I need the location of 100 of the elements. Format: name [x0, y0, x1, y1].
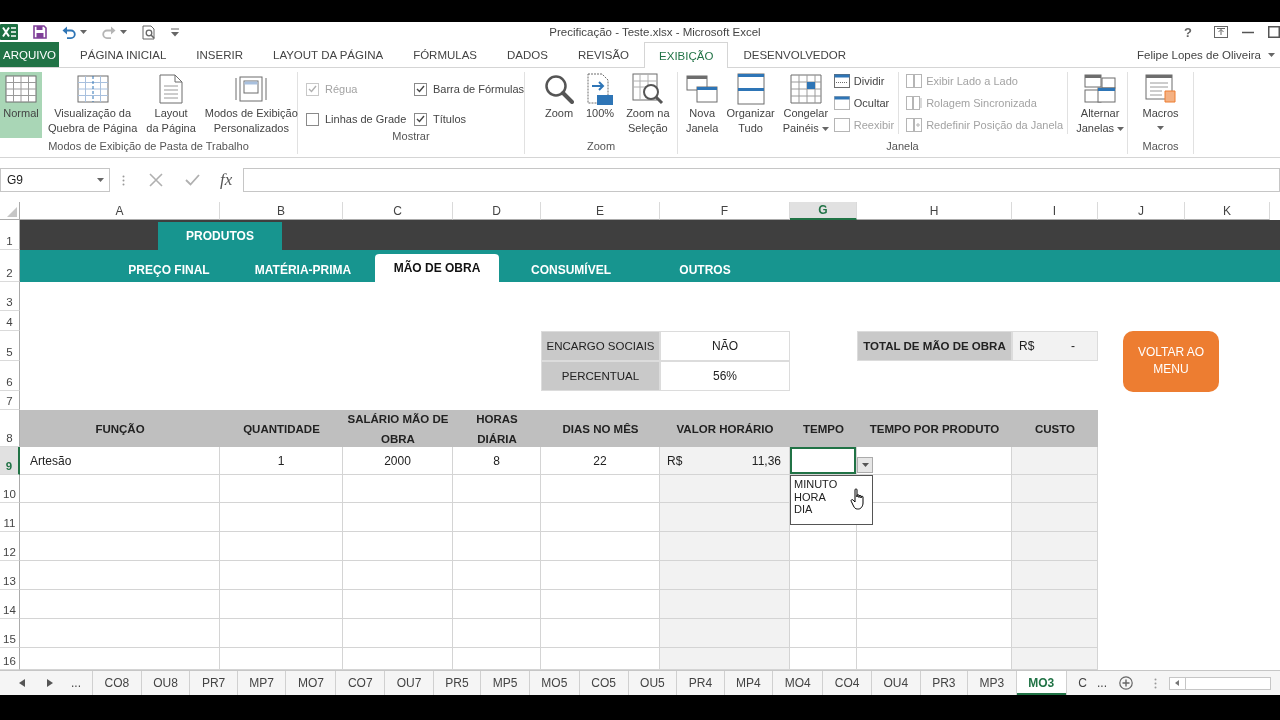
- hand-cursor-icon: [850, 488, 866, 510]
- table-cell: 56%: [660, 361, 790, 391]
- caret-icon: [861, 463, 869, 467]
- ribbon-tab[interactable]: DADOS: [492, 42, 563, 67]
- navigation-tab[interactable]: MÃO DE OBRA: [375, 254, 499, 282]
- ribbon-tab[interactable]: ARQUIVO: [0, 42, 60, 67]
- table-header: TEMPO POR PRODUTO: [857, 410, 1012, 447]
- left-arrow-icon[interactable]: [1175, 680, 1180, 686]
- column-header[interactable]: H: [857, 202, 1012, 220]
- window-button[interactable]: Congelar Painéis: [779, 72, 832, 138]
- view-button[interactable]: Visualização da Quebra de Página: [45, 72, 141, 138]
- ribbon-display-icon[interactable]: [1214, 26, 1228, 38]
- column-header[interactable]: A: [20, 202, 220, 220]
- undo-icon[interactable]: [62, 25, 76, 39]
- horizontal-scrollbar[interactable]: [1169, 676, 1272, 690]
- formula-input[interactable]: [243, 168, 1280, 192]
- name-box[interactable]: G9: [0, 168, 110, 192]
- zoom-button[interactable]: 100%: [583, 72, 618, 138]
- column-header[interactable]: C: [343, 202, 453, 220]
- currency-symbol: R$: [667, 453, 683, 468]
- ribbon-tab[interactable]: DESENVOLVEDOR: [728, 42, 862, 67]
- dropdown-option[interactable]: HORA: [794, 490, 826, 503]
- row-header[interactable]: 6: [0, 361, 20, 391]
- window-button[interactable]: Dividir: [833, 72, 895, 90]
- more-sheets-button[interactable]: ...: [71, 676, 81, 690]
- column-header[interactable]: F: [660, 202, 790, 220]
- table-header: HORAS DIÁRIA: [453, 410, 541, 447]
- sheet-tab[interactable]: MO3: [1016, 671, 1067, 695]
- checkbox[interactable]: [306, 112, 319, 126]
- checkbox[interactable]: [414, 82, 427, 96]
- side-by-side-icon: [906, 74, 923, 88]
- split-window-icon: [833, 74, 850, 88]
- add-sheet-icon[interactable]: [1119, 676, 1134, 690]
- currency-symbol: R$: [1019, 339, 1035, 353]
- column-header[interactable]: J: [1098, 202, 1185, 220]
- table-cell: 8: [453, 447, 541, 475]
- print-preview-icon[interactable]: [142, 24, 156, 40]
- checkbox[interactable]: [414, 112, 427, 126]
- column-header[interactable]: E: [541, 202, 660, 220]
- navigation-tab[interactable]: CONSUMÍVEL: [509, 254, 633, 282]
- column-header[interactable]: K: [1185, 202, 1270, 220]
- sync-scroll-icon: [906, 96, 923, 110]
- table-cell[interactable]: [790, 447, 857, 475]
- macros-button[interactable]: Macros: [1139, 72, 1182, 138]
- ribbon-tab[interactable]: FÓRMULAS: [398, 42, 493, 67]
- more-sheets-button[interactable]: ...: [1097, 676, 1108, 690]
- ribbon-tab[interactable]: REVISÃO: [562, 42, 645, 67]
- caret-icon: [120, 30, 127, 34]
- window-button[interactable]: Organizar Tudo: [723, 72, 778, 138]
- row-header[interactable]: 5: [0, 331, 20, 361]
- window-button[interactable]: Nova Janela: [683, 72, 722, 138]
- frames-icon: [235, 74, 268, 104]
- cell-value: 11,36: [751, 453, 781, 468]
- table-header: FUNÇÃO: [20, 410, 220, 447]
- window-title: Precificação - Teste.xlsx - Microsoft Excel: [548, 26, 761, 38]
- table-header: CUSTO: [1012, 410, 1098, 447]
- navigation-tab[interactable]: PREÇO FINAL: [107, 254, 231, 282]
- zoom-button[interactable]: Zoom na Seleção: [623, 72, 673, 138]
- window-icon: [833, 118, 850, 132]
- navigation-tab[interactable]: OUTROS: [643, 254, 767, 282]
- option-toggle[interactable]: Linhas de Grade: [306, 112, 414, 126]
- save-icon[interactable]: [33, 25, 47, 39]
- navigation-tab[interactable]: MATÉRIA-PRIMA: [241, 254, 365, 282]
- row-header[interactable]: 4: [0, 311, 20, 331]
- view-button[interactable]: Layout da Página: [143, 72, 199, 138]
- window-button[interactable]: Ocultar: [833, 94, 895, 112]
- window-button[interactable]: Alternar Janelas: [1073, 72, 1128, 138]
- insert-function-button[interactable]: fx: [218, 170, 235, 190]
- row-header[interactable]: 9: [0, 447, 20, 475]
- view-button[interactable]: Modos de Exibição Personalizados: [201, 72, 301, 138]
- group-label: Modos de Exibição de Pasta de Trabalho: [47, 139, 250, 154]
- right-arrow-icon[interactable]: [47, 679, 53, 687]
- option-toggle[interactable]: Títulos: [414, 112, 525, 126]
- ribbon-tab[interactable]: INSERIR: [181, 42, 258, 67]
- ribbon-tab[interactable]: LAYOUT DA PÁGINA: [258, 42, 399, 67]
- row-header[interactable]: 3: [0, 282, 20, 311]
- group-label: Zoom: [585, 139, 617, 154]
- help-button[interactable]: ?: [1184, 24, 1192, 40]
- column-header[interactable]: G: [790, 202, 857, 220]
- view-button[interactable]: Normal: [0, 72, 42, 138]
- account-menu[interactable]: Felipe Lopes de Oliveira: [1137, 42, 1280, 67]
- dropdown-arrow-button[interactable]: [857, 457, 873, 473]
- table-header: PERCENTUAL: [541, 361, 660, 391]
- dropdown-option[interactable]: MINUTO: [794, 478, 838, 491]
- column-header[interactable]: D: [453, 202, 541, 220]
- option-toggle[interactable]: Barra de Fórmulas: [414, 82, 525, 96]
- column-header[interactable]: I: [1012, 202, 1098, 220]
- row-header[interactable]: 7: [0, 391, 20, 410]
- ribbon-tab[interactable]: PÁGINA INICIAL: [65, 42, 182, 67]
- table-cell: 22: [541, 447, 660, 475]
- dropdown-option[interactable]: DIA: [794, 503, 813, 516]
- check-icon[interactable]: [185, 174, 200, 186]
- zoom-button[interactable]: Zoom: [541, 72, 577, 138]
- column-header[interactable]: B: [220, 202, 343, 220]
- ribbon-tab[interactable]: EXIBIÇÃO: [644, 42, 729, 68]
- left-arrow-icon[interactable]: [19, 679, 25, 687]
- table-header: VALOR HORÁRIO: [660, 410, 790, 447]
- customize-menu-icon[interactable]: [171, 27, 179, 37]
- section-tab[interactable]: PRODUTOS: [158, 222, 282, 250]
- maximize-icon[interactable]: [1268, 26, 1280, 38]
